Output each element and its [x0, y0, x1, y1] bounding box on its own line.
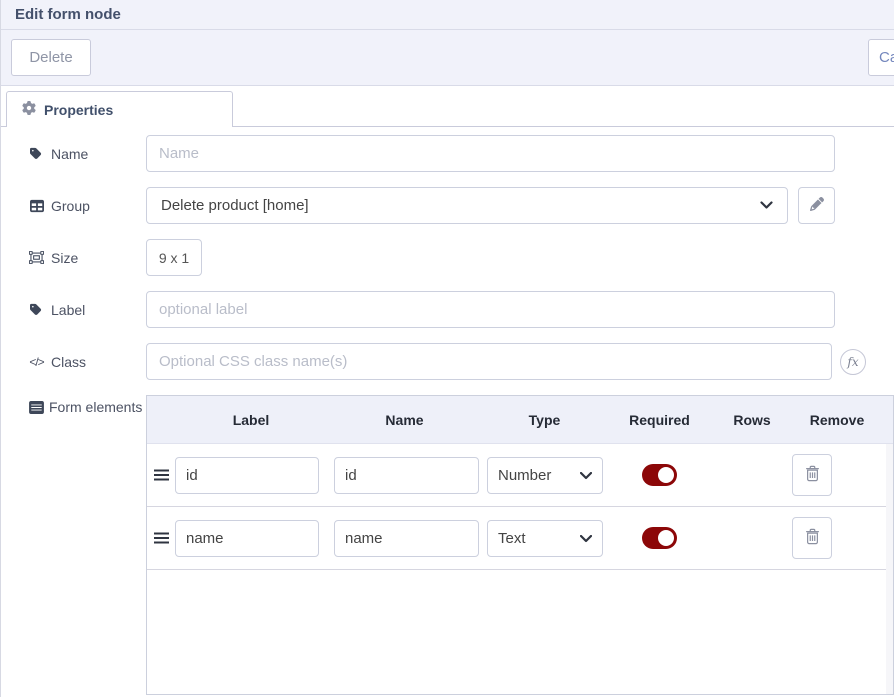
- tag-icon: [29, 303, 44, 316]
- group-row: Group Delete product [home]: [29, 187, 835, 224]
- chevron-down-icon: [580, 530, 592, 547]
- cancel-button[interactable]: Cancel: [868, 39, 894, 76]
- chevron-down-icon: [760, 197, 773, 214]
- trash-icon: [805, 528, 820, 548]
- dialog-toolbar: Delete Cancel: [1, 30, 894, 86]
- size-label: Size: [29, 250, 146, 266]
- class-row: </> Class fx: [29, 343, 866, 380]
- tab-properties[interactable]: Properties: [6, 91, 233, 127]
- remove-element-button[interactable]: [792, 454, 832, 496]
- element-name-input[interactable]: [334, 520, 479, 557]
- list-alt-icon: [29, 401, 44, 414]
- element-label-input[interactable]: [175, 457, 319, 494]
- fx-badge-icon[interactable]: fx: [840, 349, 866, 375]
- toggle-knob: [658, 530, 674, 546]
- header-required: Required: [607, 412, 712, 428]
- toggle-knob: [658, 467, 674, 483]
- form-elements-table: Label Name Type Required Rows Remove: [146, 395, 894, 695]
- chevron-down-icon: [580, 467, 592, 484]
- name-label: Name: [29, 146, 146, 162]
- drag-handle-icon[interactable]: [154, 469, 169, 481]
- class-label: </> Class: [29, 354, 146, 370]
- tab-strip: Properties: [1, 86, 894, 127]
- header-remove: Remove: [792, 412, 882, 428]
- dialog-title: Edit form node: [15, 6, 121, 23]
- class-input[interactable]: [146, 343, 832, 380]
- element-label-input[interactable]: [175, 520, 319, 557]
- table-row: Number: [147, 444, 893, 507]
- element-name-input[interactable]: [334, 457, 479, 494]
- form-elements-row: Form elements Label Name Type Required R…: [29, 395, 894, 695]
- table-icon: [29, 199, 44, 213]
- name-input[interactable]: [146, 135, 835, 172]
- form-elements-label: Form elements: [29, 395, 146, 417]
- label-row: Label: [29, 291, 835, 328]
- header-type: Type: [482, 412, 607, 428]
- tag-icon: [29, 147, 44, 160]
- edit-group-button[interactable]: [798, 187, 835, 224]
- edit-form-node-dialog: Edit form node Delete Cancel Properties …: [0, 0, 894, 697]
- pencil-icon: [810, 197, 824, 214]
- group-select[interactable]: Delete product [home]: [146, 187, 788, 224]
- properties-form: Name Group Delete product [home]: [1, 127, 894, 695]
- table-header-row: Label Name Type Required Rows Remove: [147, 396, 893, 444]
- element-type-select[interactable]: Text: [487, 520, 603, 557]
- label-label: Label: [29, 302, 146, 318]
- label-input[interactable]: [146, 291, 835, 328]
- object-group-icon: [29, 251, 44, 264]
- required-toggle[interactable]: [642, 464, 677, 486]
- header-rows: Rows: [712, 412, 792, 428]
- size-button[interactable]: 9 x 1: [146, 239, 202, 276]
- group-label: Group: [29, 198, 146, 214]
- required-toggle[interactable]: [642, 527, 677, 549]
- tab-properties-label: Properties: [44, 102, 113, 118]
- table-scrollbar[interactable]: [886, 444, 893, 694]
- drag-handle-icon[interactable]: [154, 532, 169, 544]
- name-row: Name: [29, 135, 835, 172]
- delete-button[interactable]: Delete: [11, 39, 91, 76]
- header-label: Label: [175, 412, 327, 428]
- gear-icon: [22, 101, 36, 118]
- table-row: Text: [147, 507, 893, 570]
- remove-element-button[interactable]: [792, 517, 832, 559]
- element-type-select[interactable]: Number: [487, 457, 603, 494]
- dialog-header: Edit form node: [1, 0, 894, 30]
- group-select-value: Delete product [home]: [161, 197, 760, 214]
- size-row: Size 9 x 1: [29, 239, 835, 276]
- trash-icon: [805, 465, 820, 485]
- code-icon: </>: [29, 355, 44, 369]
- header-name: Name: [327, 412, 482, 428]
